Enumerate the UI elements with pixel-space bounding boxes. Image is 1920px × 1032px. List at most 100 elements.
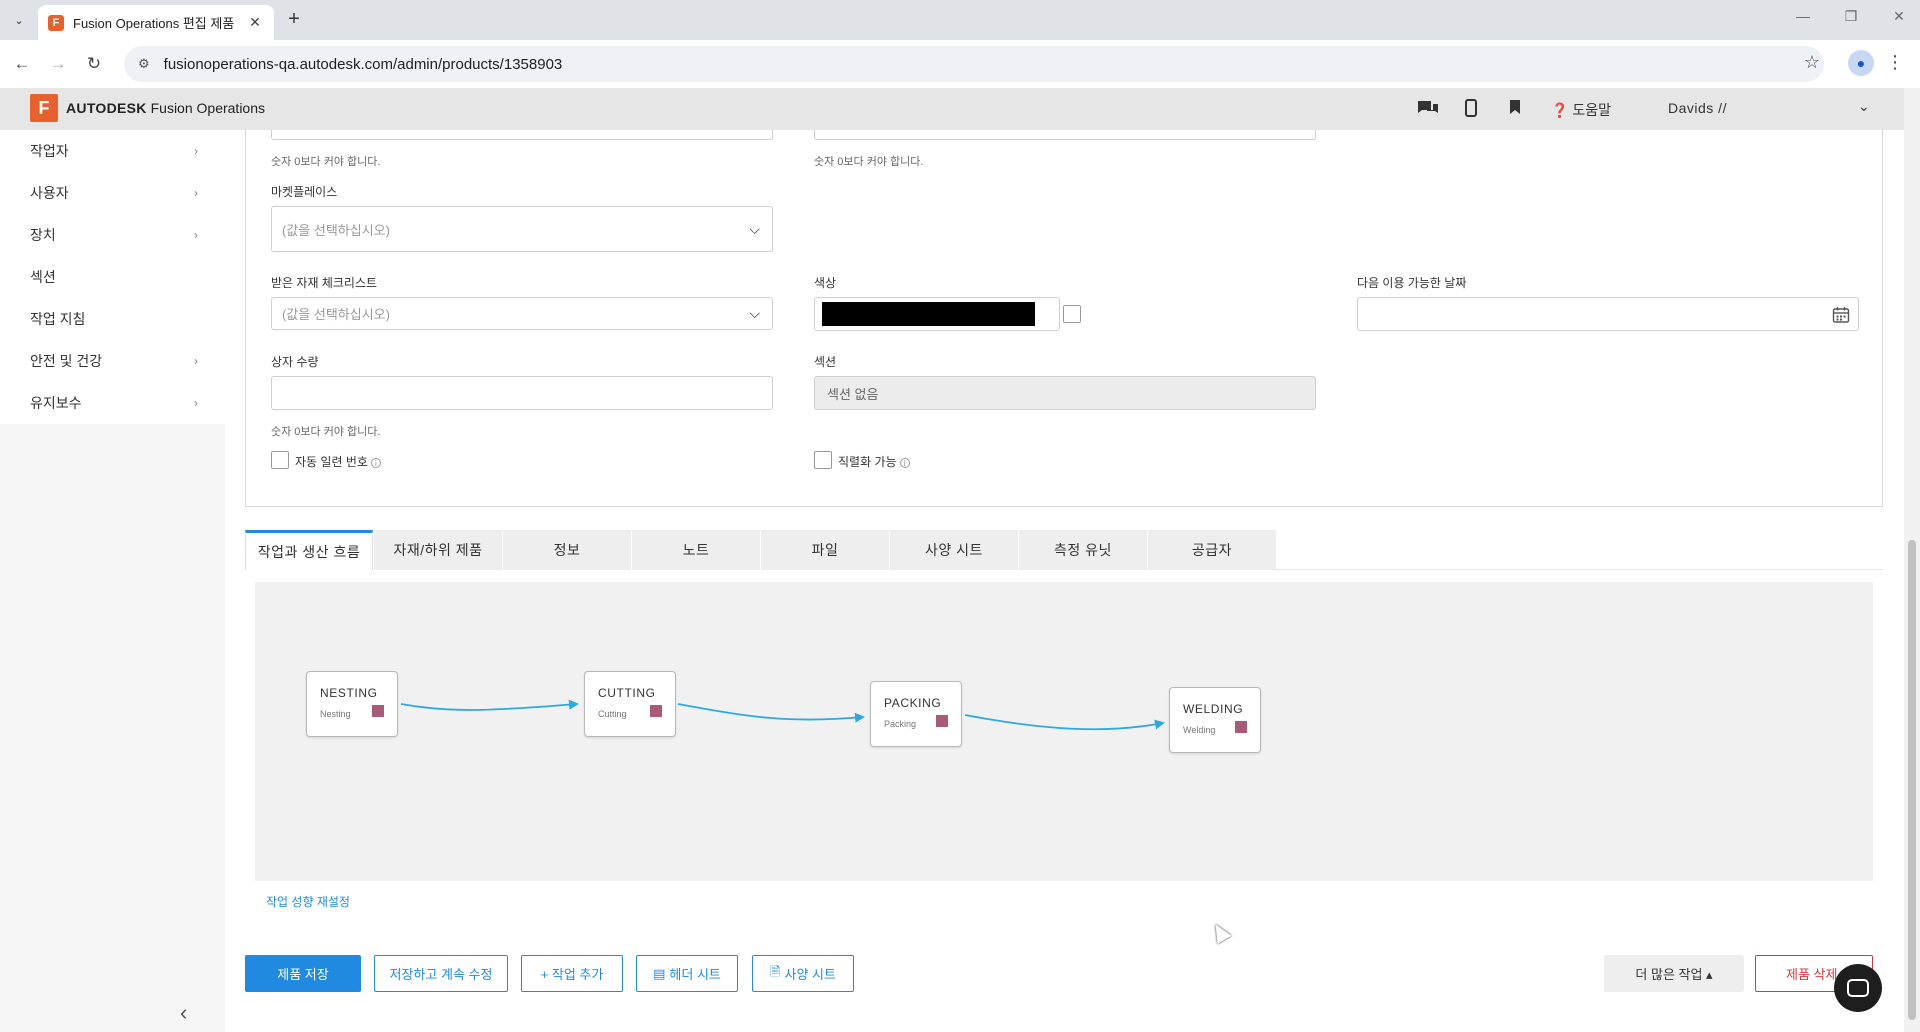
- question-circle-icon: ❓: [1551, 102, 1569, 118]
- chevron-right-icon: ›: [194, 186, 198, 200]
- next-available-date-input[interactable]: [1357, 297, 1859, 331]
- back-icon[interactable]: ←: [10, 52, 34, 76]
- upper-left-input[interactable]: [271, 130, 773, 140]
- collapse-sidebar-icon[interactable]: ‹: [180, 1000, 187, 1026]
- spec-sheet-button[interactable]: 🗎 사양 시트: [752, 955, 854, 992]
- new-tab-icon[interactable]: +: [282, 8, 306, 31]
- user-menu[interactable]: Davids //: [1668, 100, 1727, 116]
- reload-icon[interactable]: ↻: [82, 52, 106, 76]
- production-flow-canvas[interactable]: NESTING Nesting CUTTING Cutting PACKING …: [255, 582, 1873, 881]
- sidebar-item-users[interactable]: 사용자 ›: [0, 172, 225, 214]
- mouse-cursor: [1208, 920, 1232, 944]
- product-form: 숫자 0보다 커야 합니다. 숫자 0보다 커야 합니다. 마켓플레이스 (값을…: [245, 130, 1883, 507]
- next-available-date-label: 다음 이용 가능한 날짜: [1357, 276, 1467, 290]
- app-header: F AUTODESK Fusion Operations ❓ 도움말 David…: [0, 88, 1904, 130]
- document-icon: 🗎: [770, 963, 781, 979]
- node-status-square: [650, 705, 662, 717]
- box-quantity-label: 상자 수량: [271, 355, 319, 369]
- tabs-divider: [1273, 569, 1883, 570]
- box-quantity-input[interactable]: [271, 376, 773, 410]
- serializable-checkbox[interactable]: [814, 451, 832, 469]
- tab-info[interactable]: 정보: [503, 530, 631, 570]
- auto-serial-label: 자동 일련 번호 i: [295, 453, 381, 470]
- sidebar-item-workers[interactable]: 작업자 ›: [0, 130, 225, 172]
- bookmark-icon[interactable]: [1509, 99, 1521, 119]
- upper-right-input[interactable]: [814, 130, 1316, 140]
- flow-edges: [400, 699, 1165, 731]
- browser-toolbar: ← → ↻ ⚙ fusionoperations-qa.autodesk.com…: [0, 40, 1920, 88]
- help-link[interactable]: ❓ 도움말: [1551, 100, 1611, 120]
- info-icon: i: [370, 457, 381, 468]
- chevron-right-icon: ›: [194, 396, 198, 410]
- close-tab-icon[interactable]: ✕: [246, 14, 264, 31]
- tab-suppliers[interactable]: 공급자: [1148, 530, 1276, 570]
- sidebar-item-devices[interactable]: 장치 ›: [0, 214, 225, 256]
- header-sheet-button[interactable]: ▤ 헤더 시트: [636, 955, 738, 992]
- node-status-square: [372, 705, 384, 717]
- color-clear-checkbox[interactable]: [1063, 305, 1081, 323]
- chevron-down-icon: ⌵: [749, 305, 760, 321]
- color-picker[interactable]: [814, 297, 1060, 331]
- marketplace-select[interactable]: (값을 선택하십시오) ⌵: [271, 206, 773, 252]
- flow-node-welding[interactable]: WELDING Welding: [1169, 687, 1261, 753]
- node-status-square: [936, 715, 948, 727]
- browser-tab[interactable]: F Fusion Operations 편집 제품 ✕: [38, 5, 274, 40]
- sidebar-item-work-instructions[interactable]: 작업 지침: [0, 298, 225, 340]
- serializable-label: 직렬화 가능 i: [838, 453, 910, 470]
- tab-materials[interactable]: 자재/하위 제품: [374, 530, 502, 570]
- scrollbar-thumb[interactable]: [1908, 540, 1916, 1020]
- url-text: fusionoperations-qa.autodesk.com/admin/p…: [163, 55, 563, 73]
- chevron-down-icon: ⌵: [749, 220, 760, 237]
- hint-text: 숫자 0보다 커야 합니다.: [814, 156, 924, 168]
- address-bar[interactable]: ⚙ fusionoperations-qa.autodesk.com/admin…: [124, 46, 1824, 82]
- tab-notes[interactable]: 노트: [632, 530, 760, 570]
- tab-measurement-units[interactable]: 측정 유닛: [1019, 530, 1147, 570]
- chevron-right-icon: ›: [194, 144, 198, 158]
- flow-edge-nesting-cutting: [400, 699, 579, 711]
- site-settings-icon[interactable]: ⚙: [138, 56, 150, 72]
- chevron-down-icon[interactable]: ⌄: [1858, 98, 1870, 115]
- flow-node-nesting[interactable]: NESTING Nesting: [306, 671, 398, 737]
- hint-text: 숫자 0보다 커야 합니다.: [271, 156, 381, 168]
- flow-node-packing[interactable]: PACKING Packing: [870, 681, 962, 747]
- save-and-continue-button[interactable]: 저장하고 계속 수정: [374, 955, 508, 992]
- sidebar-item-safety-health[interactable]: 안전 및 건강 ›: [0, 340, 225, 382]
- marketplace-label: 마켓플레이스: [271, 185, 338, 199]
- minimize-window-icon[interactable]: —: [1788, 8, 1818, 24]
- bookmark-star-icon[interactable]: ☆: [1804, 52, 1820, 73]
- close-window-icon[interactable]: ✕: [1884, 8, 1914, 25]
- sidebar-item-sections[interactable]: 섹션: [0, 256, 225, 298]
- node-status-square: [1235, 721, 1247, 733]
- tab-title: Fusion Operations 편집 제품: [73, 16, 235, 31]
- color-fill: [822, 302, 1035, 326]
- chat-icon[interactable]: [1416, 99, 1440, 121]
- more-actions-button[interactable]: 더 많은 작업 ▴: [1604, 955, 1744, 992]
- flow-node-cutting[interactable]: CUTTING Cutting: [584, 671, 676, 737]
- hint-text: 숫자 0보다 커야 합니다.: [271, 426, 381, 438]
- restore-window-icon[interactable]: ❐: [1836, 8, 1866, 25]
- auto-serial-checkbox[interactable]: [271, 451, 289, 469]
- save-product-button[interactable]: 제품 저장: [245, 955, 361, 992]
- mobile-device-icon[interactable]: [1465, 99, 1477, 121]
- forward-icon[interactable]: →: [46, 52, 70, 76]
- brand-name: AUTODESK Fusion Operations: [66, 100, 266, 116]
- calendar-icon[interactable]: [1832, 306, 1850, 328]
- page-scrollbar[interactable]: [1904, 88, 1920, 1032]
- flow-edge-packing-welding: [964, 714, 1165, 731]
- tab-files[interactable]: 파일: [761, 530, 889, 570]
- flow-edge-cutting-packing: [677, 703, 865, 723]
- sidebar-item-maintenance[interactable]: 유지보수 ›: [0, 382, 225, 424]
- sidebar-menu: 작업자 › 사용자 › 장치 › 섹션 작업 지침 안전 및 건강 › 유지보수 ›: [0, 130, 225, 424]
- section-input: 섹션 없음: [814, 376, 1316, 410]
- reset-operations-link[interactable]: 작업 성향 재설정: [266, 893, 350, 910]
- support-chat-button[interactable]: [1834, 964, 1882, 1012]
- checklist-select[interactable]: (값을 선택하십시오) ⌵: [271, 297, 773, 330]
- fusion-logo[interactable]: F: [30, 94, 58, 122]
- add-task-button[interactable]: + 작업 추가: [521, 955, 623, 992]
- profile-avatar-icon[interactable]: ●: [1848, 50, 1874, 76]
- info-icon: i: [899, 457, 910, 468]
- tab-search-dropdown-icon[interactable]: ⌄: [8, 9, 30, 31]
- tab-spec-sheet[interactable]: 사양 시트: [890, 530, 1018, 570]
- tab-operations-flow[interactable]: 작업과 생산 흐름: [245, 530, 373, 570]
- browser-menu-icon[interactable]: ⋮: [1886, 52, 1904, 73]
